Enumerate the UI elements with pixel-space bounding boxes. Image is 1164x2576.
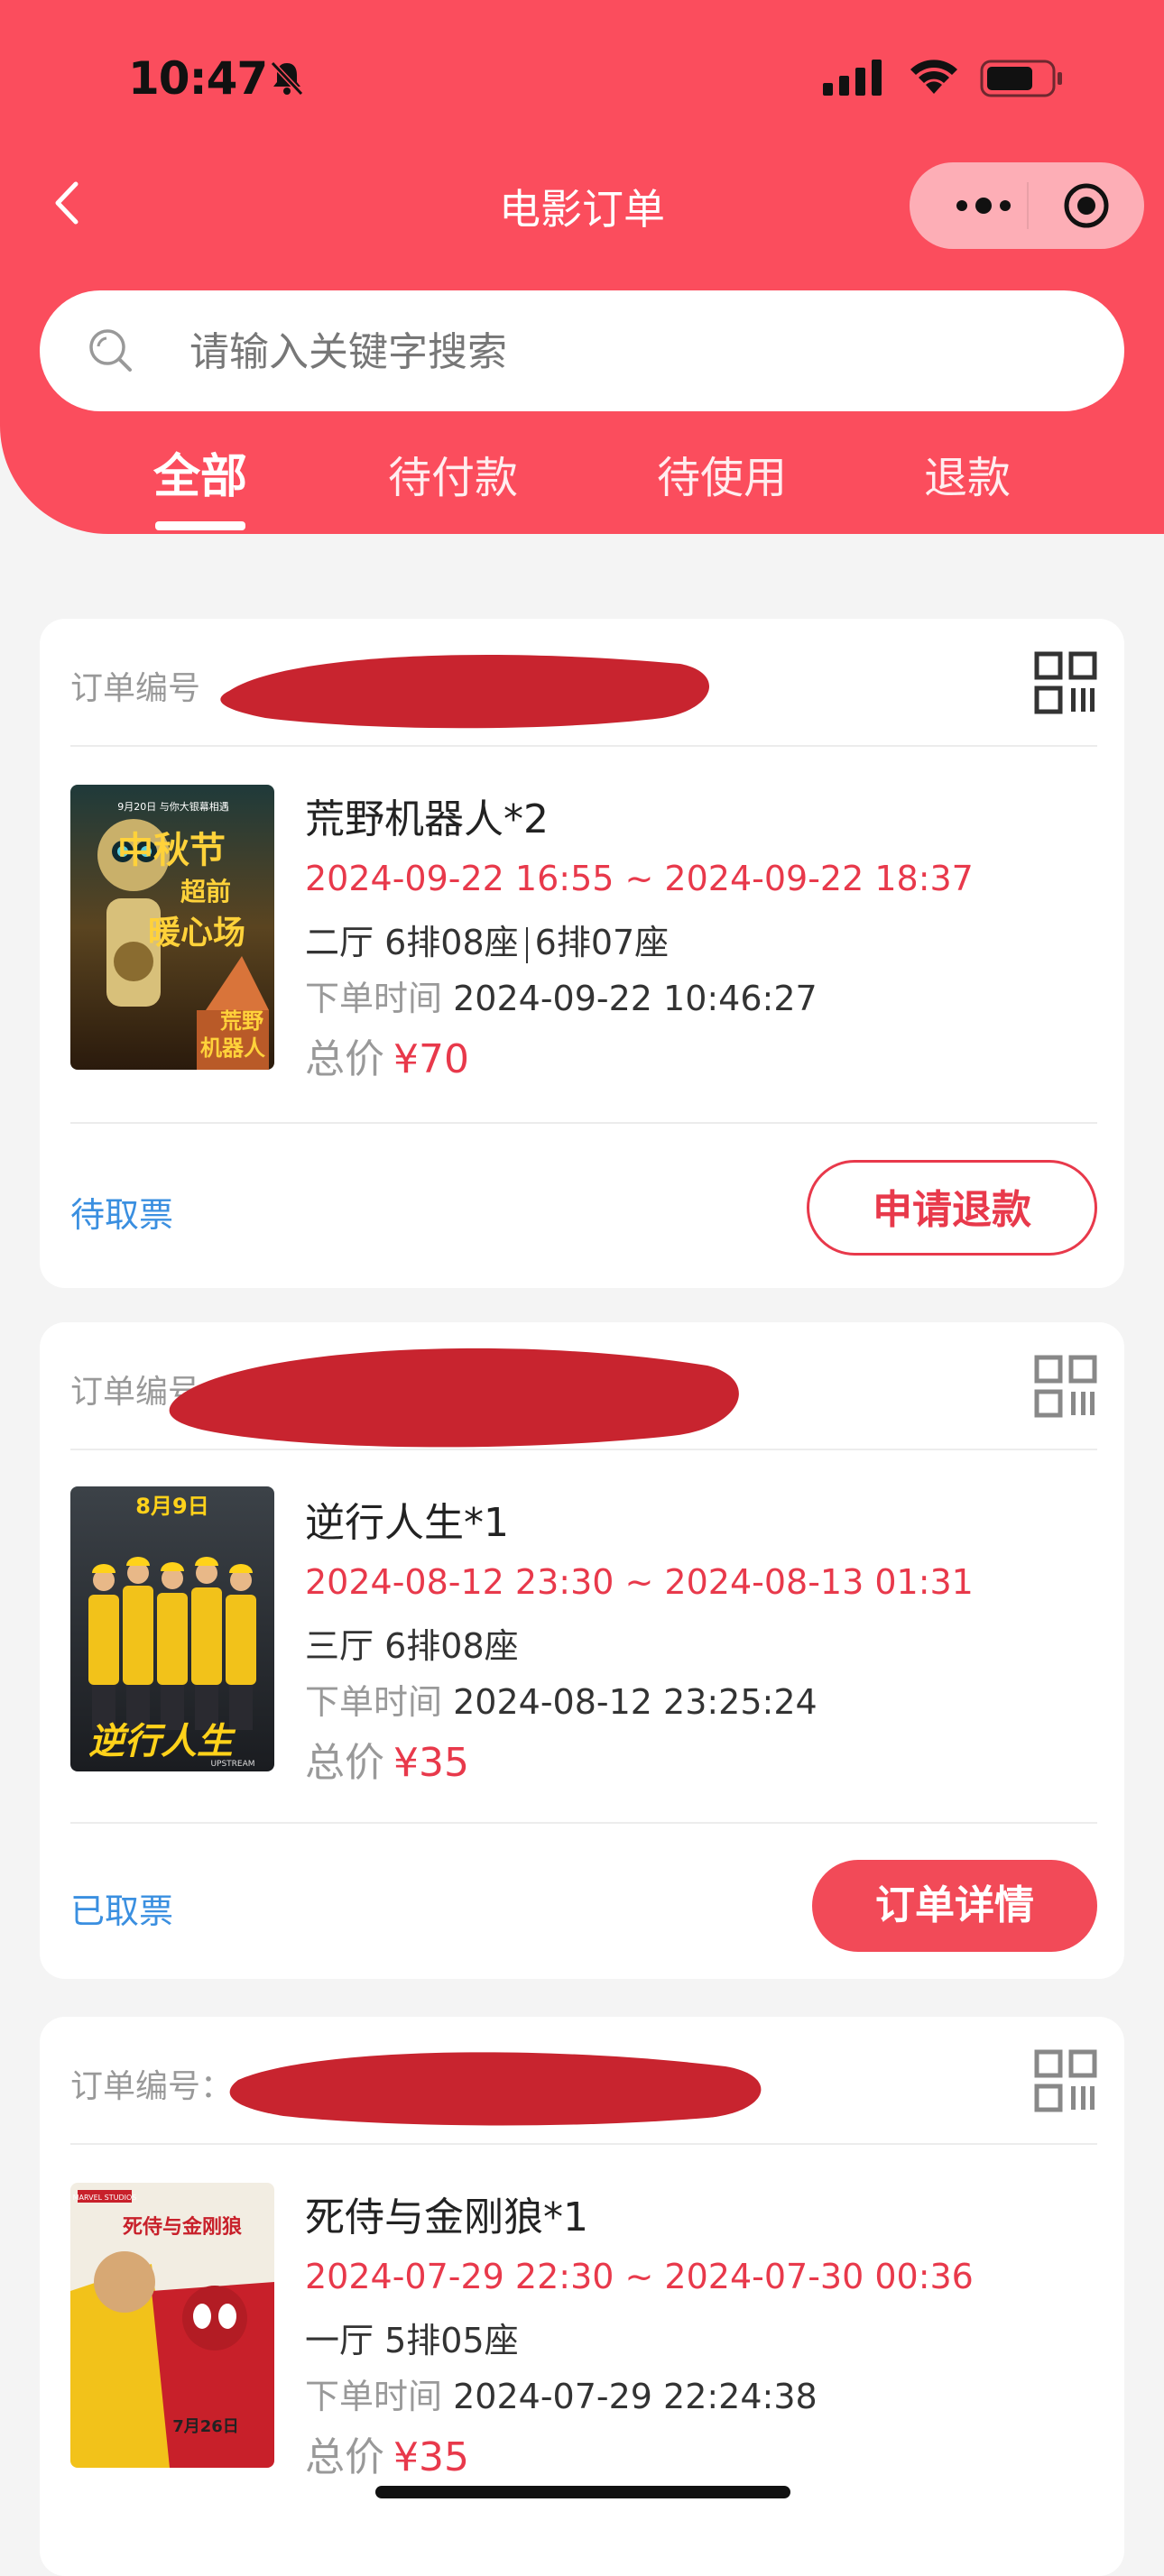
seat: 6排07座 (534, 923, 670, 962)
poster-tagline: 9月20日 与你大银幕相遇 (117, 800, 229, 813)
poster-date: 8月9日 (135, 1494, 208, 1519)
bell-slash-icon (270, 60, 304, 97)
qr-code-icon[interactable] (1034, 651, 1097, 714)
redaction-scribble (169, 1348, 739, 1448)
price-row: 总价 ¥70 (305, 1026, 469, 1084)
seat-info: 一厅 5排05座 (305, 2313, 519, 2362)
tab-pending-payment[interactable]: 待付款 (388, 442, 518, 505)
order-time-label: 下单时间 (305, 2377, 443, 2416)
order-card[interactable]: 订单编号 9月20日 与你大银幕相遇 中秋节 超前 暖心场 荒野 机器人 荒野机… (40, 619, 1124, 1288)
ticket-status: 待取票 (70, 1195, 174, 1235)
tab-refund[interactable]: 退款 (924, 442, 1011, 505)
order-card[interactable]: 订单编号 8月9日 逆行人生 UPSTREAM 逆行人生*1 2024-08-1… (40, 1322, 1124, 1979)
poster-subline: 超前 (180, 877, 231, 906)
order-number-label: 订单编号 (70, 670, 201, 707)
price: ¥70 (393, 1036, 469, 1082)
price: ¥35 (393, 1740, 469, 1786)
poster-movie-name-1: 荒野 (220, 1008, 263, 1034)
seat: 6排08座 (384, 1626, 519, 1666)
price-label: 总价 (305, 1036, 384, 1082)
target-icon[interactable] (1063, 182, 1110, 229)
status-time: 10:47 (128, 52, 268, 105)
price: ¥35 (393, 2434, 469, 2480)
poster-title: 逆行人生 (88, 1721, 236, 1762)
card-divider (70, 1449, 1097, 1450)
qr-code-icon[interactable] (1034, 2049, 1097, 2112)
seat-info: 三厅 6排08座 (305, 1618, 519, 1668)
poster-studio: MARVEL STUDIOS (73, 2194, 137, 2202)
order-time-row: 下单时间 2024-08-12 23:25:24 (305, 1674, 818, 1724)
seat-separator (525, 926, 528, 963)
tab-all[interactable]: 全部 (153, 438, 247, 506)
movie-title: 逆行人生*1 (305, 1500, 509, 1546)
home-indicator[interactable] (375, 2486, 790, 2498)
signal-icon (823, 60, 882, 96)
capsule-divider (1027, 182, 1029, 229)
qr-code-icon[interactable] (1034, 1355, 1097, 1418)
seat: 6排08座 (384, 923, 519, 962)
search-icon (89, 329, 132, 372)
order-time-row: 下单时间 2024-07-29 22:24:38 (305, 2369, 818, 2418)
seat-info: 二厅 6排08座 6排07座 (305, 915, 669, 964)
showtime: 2024-08-12 23:30 ~ 2024-08-13 01:31 (305, 1562, 974, 1602)
order-time-row: 下单时间 2024-09-22 10:46:27 (305, 971, 818, 1020)
poster-english-title: UPSTREAM (210, 1760, 254, 1769)
more-dots-icon[interactable] (946, 188, 1027, 224)
tab-active-indicator (155, 521, 245, 530)
card-divider (70, 2143, 1097, 2145)
order-time: 2024-07-29 22:24:38 (453, 2377, 818, 2416)
mini-program-capsule (910, 162, 1144, 249)
poster-subline-2: 暖心场 (148, 915, 245, 952)
battery-icon (980, 60, 1062, 97)
order-time: 2024-09-22 10:46:27 (453, 979, 818, 1018)
redaction-scribble (229, 2052, 762, 2126)
order-number-label: 订单编号： (70, 2068, 234, 2105)
order-detail-button[interactable]: 订单详情 (812, 1860, 1097, 1952)
card-divider (70, 1122, 1097, 1124)
poster-date: 7月26日 (172, 2417, 239, 2436)
price-row: 总价 ¥35 (305, 1730, 469, 1788)
price-label: 总价 (305, 2434, 384, 2480)
order-time-label: 下单时间 (305, 1682, 443, 1722)
redaction-scribble (220, 655, 710, 729)
poster-movie-name-2: 机器人 (200, 1035, 265, 1061)
hall: 一厅 (305, 2321, 374, 2360)
showtime: 2024-09-22 16:55 ~ 2024-09-22 18:37 (305, 859, 974, 898)
price-label: 总价 (305, 1740, 384, 1786)
movie-poster[interactable]: 9月20日 与你大银幕相遇 中秋节 超前 暖心场 荒野 机器人 (70, 785, 274, 1070)
movie-title: 荒野机器人*2 (305, 796, 549, 842)
movie-title: 死侍与金刚狼*1 (305, 2194, 588, 2240)
wifi-icon (910, 60, 957, 94)
card-divider (70, 745, 1097, 747)
poster-headline: 中秋节 (117, 830, 226, 871)
poster-title: 死侍与金刚狼 (123, 2215, 242, 2239)
search-input[interactable] (188, 317, 1076, 386)
order-time-label: 下单时间 (305, 979, 443, 1018)
seat: 5排05座 (384, 2321, 519, 2360)
card-divider (70, 1822, 1097, 1824)
movie-poster[interactable]: MARVEL STUDIOS 死侍与金刚狼 7月26日 (70, 2183, 274, 2468)
tab-pending-use[interactable]: 待使用 (657, 442, 787, 505)
movie-poster[interactable]: 8月9日 逆行人生 UPSTREAM (70, 1486, 274, 1771)
search-bar[interactable] (40, 290, 1124, 411)
ticket-status: 已取票 (70, 1891, 174, 1931)
request-refund-button[interactable]: 申请退款 (807, 1160, 1097, 1256)
price-row: 总价 ¥35 (305, 2424, 469, 2482)
hall: 三厅 (305, 1626, 374, 1666)
order-time: 2024-08-12 23:25:24 (453, 1682, 818, 1722)
showtime: 2024-07-29 22:30 ~ 2024-07-30 00:36 (305, 2257, 974, 2296)
hall: 二厅 (305, 923, 374, 962)
